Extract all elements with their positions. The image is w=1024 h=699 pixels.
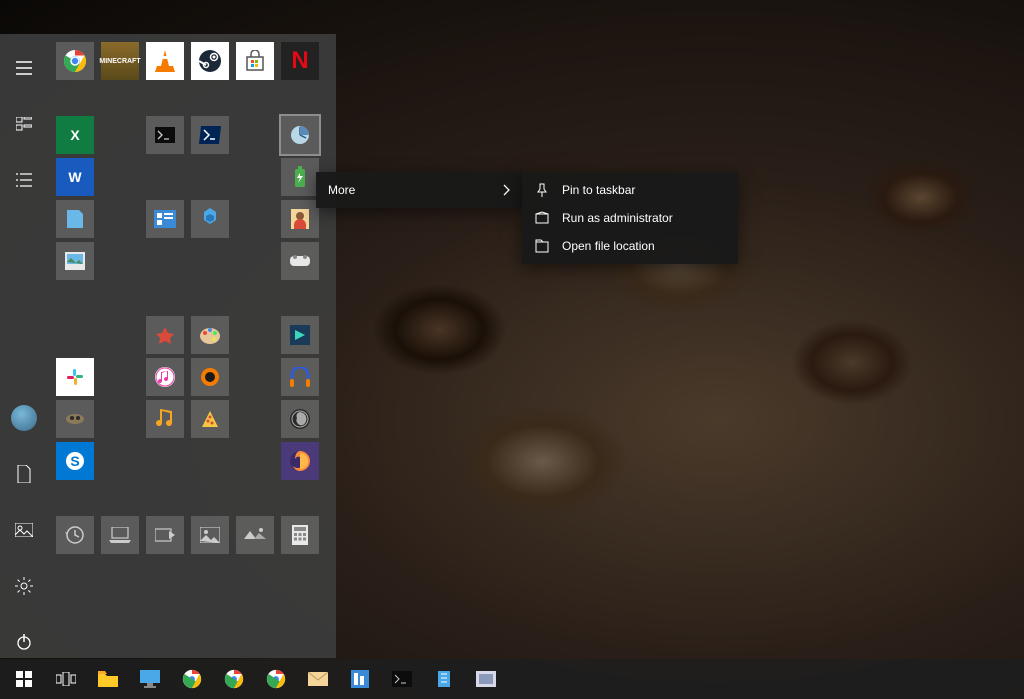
- user-avatar[interactable]: [8, 402, 40, 434]
- tile-audacity[interactable]: [281, 358, 319, 396]
- tile-vlc[interactable]: [146, 42, 184, 80]
- pin-icon: [534, 183, 550, 197]
- tile-game-controller[interactable]: [281, 242, 319, 280]
- tb-app[interactable]: [466, 659, 506, 699]
- task-view-button[interactable]: [46, 659, 86, 699]
- ctx-run-admin[interactable]: Run as administrator: [522, 204, 738, 232]
- folder-icon: [534, 239, 550, 253]
- tile-laptop[interactable]: [101, 516, 139, 554]
- wallpaper-rocks: [336, 0, 1024, 659]
- ctx-pin-taskbar[interactable]: Pin to taskbar: [522, 176, 738, 204]
- tile-app-orange[interactable]: [191, 358, 229, 396]
- tile-resource-monitor[interactable]: [281, 116, 319, 154]
- tb-explorer[interactable]: [88, 659, 128, 699]
- start-menu: MINECRAFT N X W: [0, 34, 336, 658]
- tile-calculator[interactable]: [281, 516, 319, 554]
- ctx-location-label: Open file location: [562, 239, 655, 253]
- tile-itunes[interactable]: [146, 358, 184, 396]
- tile-minecraft[interactable]: MINECRAFT: [101, 42, 139, 80]
- tile-filmora[interactable]: [281, 316, 319, 354]
- ctx-open-location[interactable]: Open file location: [522, 232, 738, 260]
- tb-terminal[interactable]: [382, 659, 422, 699]
- tile-battery[interactable]: [281, 158, 319, 196]
- tile-pizza[interactable]: [191, 400, 229, 438]
- tile-powershell[interactable]: [191, 116, 229, 154]
- shield-icon: [534, 211, 550, 225]
- chevron-right-icon: [502, 184, 510, 196]
- documents-icon[interactable]: [8, 458, 40, 490]
- taskbar: [0, 659, 1024, 699]
- tiles-area: MINECRAFT N X W: [48, 34, 336, 658]
- tb-feature[interactable]: [424, 659, 464, 699]
- power-icon[interactable]: [8, 626, 40, 658]
- tile-photo-app[interactable]: [56, 242, 94, 280]
- tb-monitor[interactable]: [130, 659, 170, 699]
- tile-music[interactable]: [146, 400, 184, 438]
- tile-word[interactable]: W: [56, 158, 94, 196]
- tile-skype[interactable]: S: [56, 442, 94, 480]
- tile-excel[interactable]: X: [56, 116, 94, 154]
- tb-chrome1[interactable]: [172, 659, 212, 699]
- hamburger-icon[interactable]: [8, 52, 40, 84]
- settings-icon[interactable]: [8, 570, 40, 602]
- tile-obs[interactable]: [281, 400, 319, 438]
- tile-steam[interactable]: [191, 42, 229, 80]
- tb-mail[interactable]: [298, 659, 338, 699]
- tb-process[interactable]: [340, 659, 380, 699]
- tile-share[interactable]: [146, 516, 184, 554]
- tile-photos2[interactable]: [236, 516, 274, 554]
- tile-photos[interactable]: [191, 516, 229, 554]
- all-apps-icon[interactable]: [8, 108, 40, 140]
- ctx-more-label: More: [328, 183, 355, 197]
- tile-control-panel[interactable]: [146, 200, 184, 238]
- tile-person[interactable]: [281, 200, 319, 238]
- tile-slack[interactable]: [56, 358, 94, 396]
- pictures-icon[interactable]: [8, 514, 40, 546]
- tile-netflix[interactable]: N: [281, 42, 319, 80]
- ctx-admin-label: Run as administrator: [562, 211, 673, 225]
- tile-app-blue[interactable]: [56, 200, 94, 238]
- start-rail: [0, 34, 48, 658]
- tile-tool[interactable]: [56, 400, 94, 438]
- tile-firefox[interactable]: [281, 442, 319, 480]
- tile-app-red[interactable]: [146, 316, 184, 354]
- tile-history[interactable]: [56, 516, 94, 554]
- ctx-more[interactable]: More: [316, 176, 522, 204]
- list-icon[interactable]: [8, 164, 40, 196]
- tile-chrome[interactable]: [56, 42, 94, 80]
- context-menu-primary: More: [316, 172, 522, 208]
- tile-settings-app[interactable]: [191, 200, 229, 238]
- context-menu-secondary: Pin to taskbar Run as administrator Open…: [522, 172, 738, 264]
- ctx-pin-label: Pin to taskbar: [562, 183, 635, 197]
- svg-text:S: S: [70, 453, 79, 469]
- tb-chrome2[interactable]: [214, 659, 254, 699]
- start-button[interactable]: [4, 659, 44, 699]
- tile-cmd[interactable]: [146, 116, 184, 154]
- tile-store[interactable]: [236, 42, 274, 80]
- tb-chrome3[interactable]: [256, 659, 296, 699]
- tile-paint[interactable]: [191, 316, 229, 354]
